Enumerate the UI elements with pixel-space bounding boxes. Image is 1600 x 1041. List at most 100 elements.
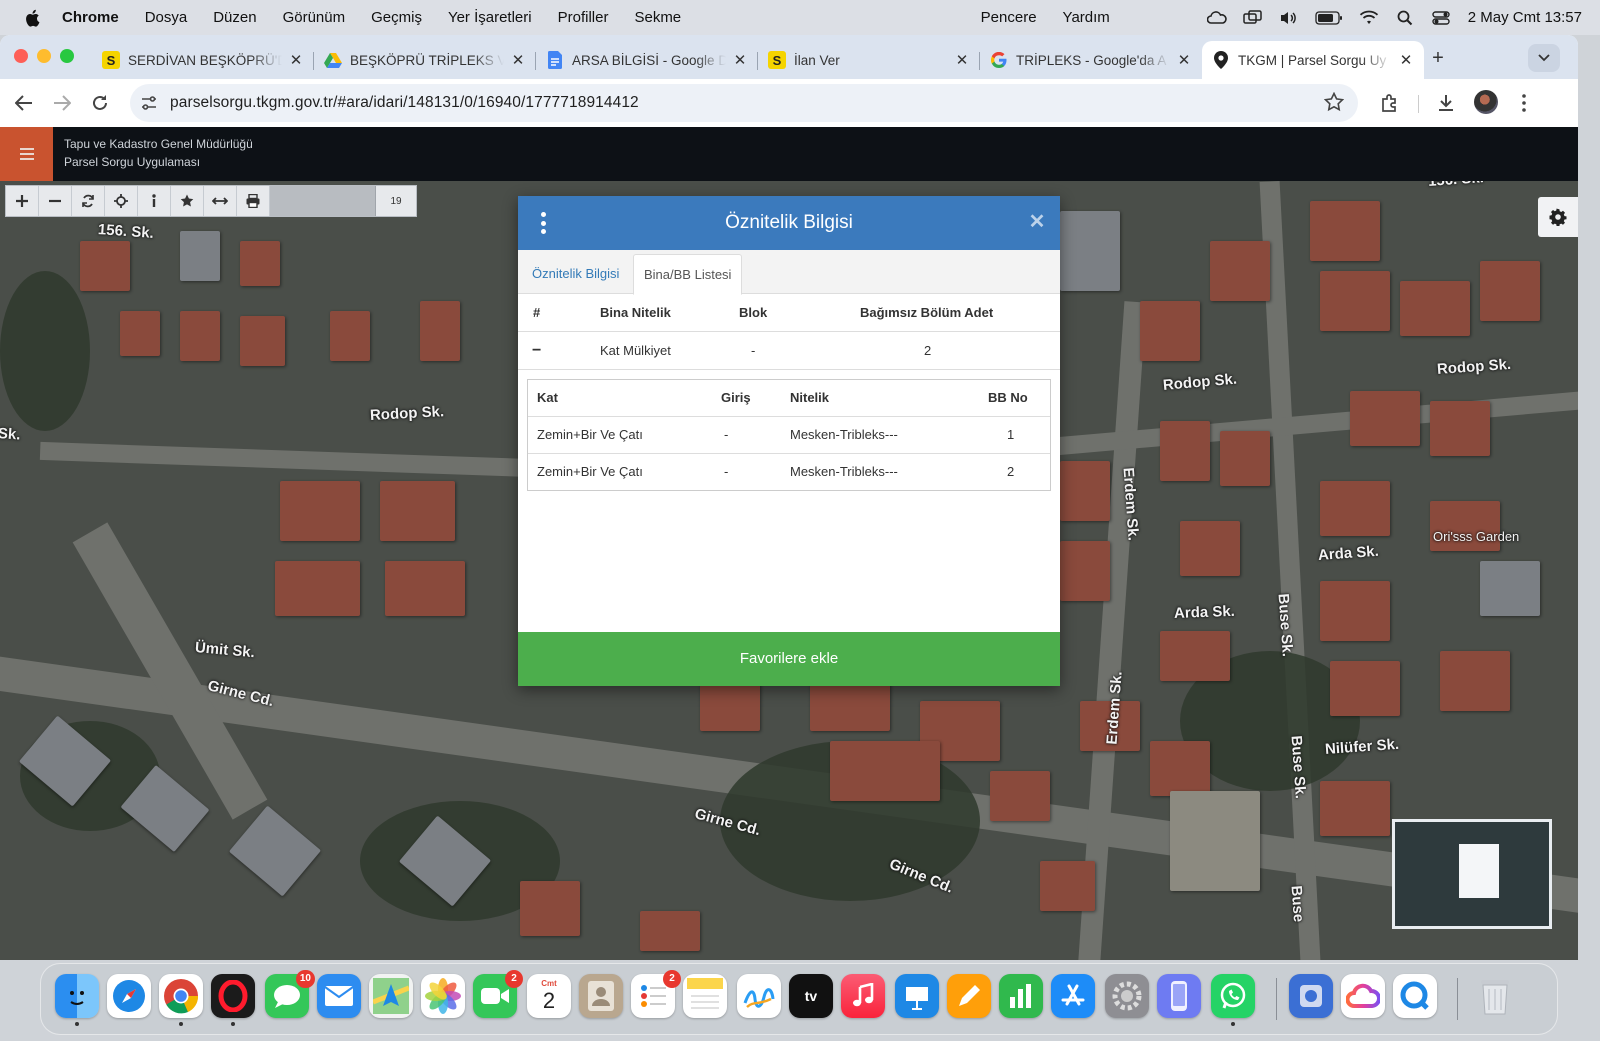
control-center-icon[interactable]	[1430, 10, 1452, 26]
chrome-icon[interactable]	[159, 974, 203, 1026]
reload-icon[interactable]	[88, 91, 112, 115]
photos-icon[interactable]	[421, 974, 465, 1018]
close-tab-icon[interactable]: ✕	[1176, 51, 1192, 69]
tab-search-button[interactable]	[1528, 44, 1560, 72]
minimize-window-button[interactable]	[37, 49, 51, 63]
freeform-icon[interactable]	[737, 974, 781, 1018]
add-to-favorites-button[interactable]: Favorilere ekle	[518, 632, 1060, 686]
zoom-window-button[interactable]	[60, 49, 74, 63]
screen-mirroring-icon[interactable]	[1242, 9, 1264, 26]
extensions-puzzle-icon[interactable]	[1378, 91, 1402, 115]
tab-arsa-bilgisi[interactable]: ARSA BİLGİSİ - Google D ✕	[536, 41, 758, 79]
zoom-out-icon[interactable]	[39, 186, 72, 216]
opera-icon[interactable]	[211, 974, 255, 1026]
menu-sekme[interactable]: Sekme	[634, 9, 681, 26]
contacts-icon[interactable]	[579, 974, 623, 1018]
table-row[interactable]: Zemin+Bir Ve Çatı - Mesken-Tribleks--- 2	[528, 454, 1050, 491]
menu-gecmis[interactable]: Geçmiş	[371, 9, 422, 26]
hamburger-menu-icon[interactable]	[0, 127, 53, 181]
back-arrow-icon[interactable]	[12, 91, 36, 115]
tab-oznitelik-bilgisi[interactable]: Öznitelik Bilgisi	[522, 254, 629, 295]
menu-profiller[interactable]: Profiller	[558, 9, 609, 26]
creative-cloud-icon[interactable]	[1341, 974, 1385, 1018]
system-settings-icon[interactable]	[1105, 974, 1149, 1018]
menu-app-name[interactable]: Chrome	[62, 9, 119, 26]
url-text[interactable]: parselsorgu.tkgm.gov.tr/#ara/idari/14813…	[170, 94, 639, 112]
tab-tkgm-parsel-sorgu[interactable]: TKGM | Parsel Sorgu Uy ✕	[1202, 41, 1424, 79]
downloads-stack-icon[interactable]	[1289, 974, 1333, 1018]
collapse-toggle-icon[interactable]: −	[532, 332, 541, 370]
calendar-icon[interactable]: Cmt 2	[527, 974, 571, 1018]
menu-yer-isaretleri[interactable]: Yer İşaretleri	[448, 9, 532, 26]
volume-icon[interactable]	[1278, 10, 1300, 26]
profile-avatar-icon[interactable]	[1474, 90, 1498, 114]
reminders-icon[interactable]: 2	[631, 970, 681, 1018]
facetime-icon[interactable]: 2	[473, 970, 523, 1018]
tab-tripleks-google[interactable]: TRİPLEKS - Google'da A ✕	[980, 41, 1202, 79]
apple-logo-icon[interactable]	[22, 8, 42, 28]
refresh-icon[interactable]	[72, 186, 105, 216]
address-bar[interactable]: parselsorgu.tkgm.gov.tr/#ara/idari/14813…	[130, 84, 1358, 122]
locate-crosshair-icon[interactable]	[105, 186, 138, 216]
zoom-in-icon[interactable]	[6, 186, 39, 216]
menu-yardim[interactable]: Yardım	[1063, 9, 1110, 26]
numbers-icon[interactable]	[999, 974, 1043, 1018]
table-row[interactable]: − Kat Mülkiyet - 2	[518, 332, 1060, 370]
menu-dosya[interactable]: Dosya	[145, 9, 188, 26]
keynote-icon[interactable]	[895, 974, 939, 1018]
quick-assist-icon[interactable]	[1393, 974, 1437, 1018]
tab-serdivan[interactable]: S SERDİVAN BEŞKÖPRÜ'D ✕	[92, 41, 314, 79]
wifi-icon[interactable]	[1358, 10, 1380, 26]
unit-table: Kat Giriş Nitelik BB No Zemin+Bir Ve Çat…	[527, 379, 1051, 491]
notes-icon[interactable]	[683, 974, 727, 1018]
messages-icon[interactable]: 10	[265, 970, 315, 1018]
zoom-level-indicator: 19	[390, 195, 402, 207]
close-tab-icon[interactable]: ✕	[510, 51, 526, 69]
menu-gorunum[interactable]: Görünüm	[283, 9, 346, 26]
finder-icon[interactable]	[55, 974, 99, 1026]
trash-icon[interactable]	[1473, 974, 1517, 1018]
close-tab-icon[interactable]: ✕	[732, 51, 748, 69]
download-icon[interactable]	[1434, 91, 1458, 115]
music-icon[interactable]	[841, 974, 885, 1018]
favorite-star-icon[interactable]	[171, 186, 204, 216]
measure-distance-icon[interactable]	[204, 186, 237, 216]
map-settings-gear-icon[interactable]	[1538, 197, 1578, 237]
pages-icon[interactable]	[947, 974, 991, 1018]
close-tab-icon[interactable]: ✕	[1398, 51, 1414, 69]
menu-duzen[interactable]: Düzen	[213, 9, 256, 26]
dialog-close-icon[interactable]: ✕	[1026, 211, 1048, 233]
forward-arrow-icon[interactable]	[50, 91, 74, 115]
close-tab-icon[interactable]: ✕	[954, 51, 970, 69]
screen-recording-thumbnail[interactable]	[1392, 819, 1552, 929]
app-store-icon[interactable]	[1051, 974, 1095, 1018]
whatsapp-icon[interactable]	[1211, 974, 1255, 1026]
tab-ilan-ver[interactable]: S İlan Ver ✕	[758, 41, 980, 79]
new-tab-button[interactable]: +	[1425, 45, 1451, 71]
iphone-mirroring-icon[interactable]	[1157, 974, 1201, 1018]
print-icon[interactable]	[237, 186, 270, 216]
spotlight-search-icon[interactable]	[1394, 10, 1416, 26]
apple-tv-icon[interactable]: tv	[789, 974, 833, 1018]
tab-bina-bb-listesi[interactable]: Bina/BB Listesi	[633, 254, 743, 295]
bookmark-star-icon[interactable]	[1323, 91, 1345, 118]
menu-pencere[interactable]: Pencere	[981, 9, 1037, 26]
battery-icon[interactable]	[1314, 10, 1344, 26]
safari-icon[interactable]	[107, 974, 151, 1018]
info-icon[interactable]	[138, 186, 171, 216]
menubar-clock[interactable]: 2 May Cmt 13:57	[1468, 9, 1582, 26]
building-list-panel: # Bina Nitelik Blok Bağımsız Bölüm Adet …	[518, 294, 1060, 491]
map-search-scale-bar[interactable]	[270, 186, 376, 216]
browser-toolbar: parselsorgu.tkgm.gov.tr/#ara/idari/14813…	[0, 79, 1578, 127]
sahibinden-icon: S	[102, 51, 120, 69]
close-window-button[interactable]	[14, 49, 28, 63]
close-tab-icon[interactable]: ✕	[288, 51, 304, 69]
chrome-menu-kebab-icon[interactable]	[1512, 91, 1536, 115]
maps-icon[interactable]	[369, 974, 413, 1018]
creative-cloud-status-icon[interactable]	[1206, 10, 1228, 26]
site-settings-icon[interactable]	[138, 96, 160, 110]
mail-icon[interactable]	[317, 974, 361, 1018]
table-row[interactable]: Zemin+Bir Ve Çatı - Mesken-Tribleks--- 1	[528, 417, 1050, 454]
col-header-bb-no: BB No	[988, 390, 1028, 405]
tab-beskopru-tripleks[interactable]: BEŞKÖPRÜ TRİPLEKS V ✕	[314, 41, 536, 79]
